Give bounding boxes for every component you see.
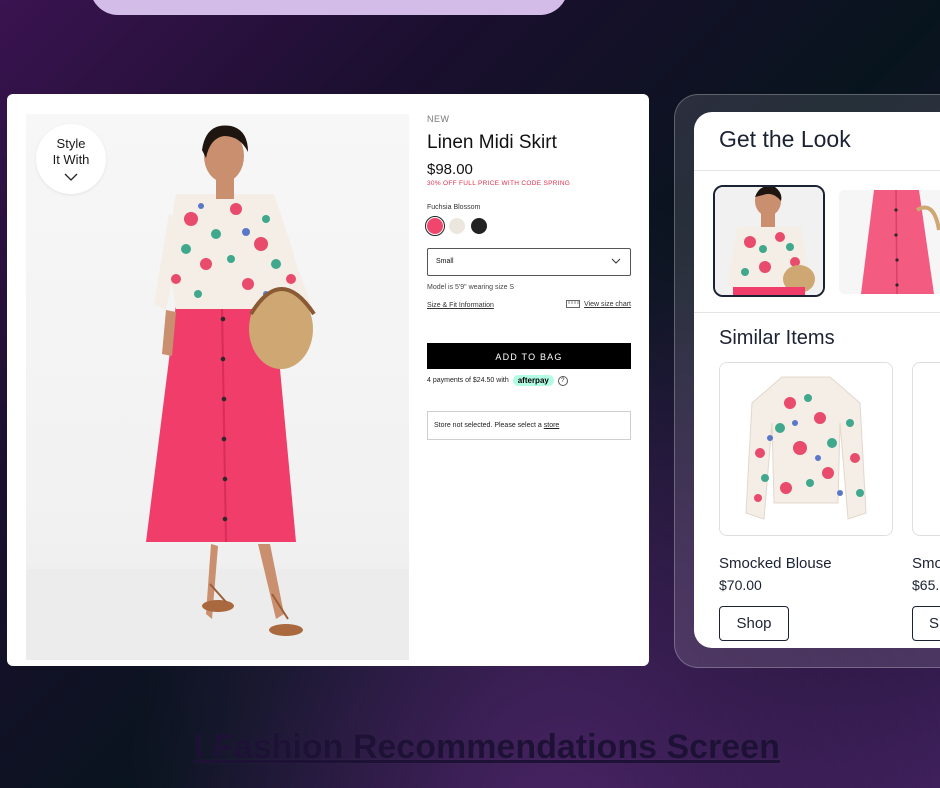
color-swatches <box>425 216 487 236</box>
model-illustration <box>26 125 409 660</box>
help-icon[interactable]: ? <box>557 375 568 386</box>
chevron-down-icon <box>611 258 621 264</box>
afterpay-logo: afterpay <box>512 375 554 386</box>
add-to-bag-button[interactable]: ADD TO BAG <box>427 343 631 369</box>
swatch-fuchsia[interactable] <box>425 216 445 236</box>
blouse-image <box>720 363 892 535</box>
similar-item-name: Smo <box>912 555 940 572</box>
size-dropdown[interactable]: Small <box>427 248 631 276</box>
top-banner-pill <box>90 0 568 15</box>
style-it-with-label: Style It With <box>52 136 90 167</box>
similar-item-price: $70.00 <box>719 577 762 593</box>
look-thumbnail-selected[interactable] <box>713 185 825 297</box>
store-selector: Store not selected. Please select a stor… <box>427 411 631 440</box>
page-caption: I Fashion Recommendations Screen <box>194 728 780 766</box>
product-detail-card: Style It With NEW Linen Midi Skirt $98.0… <box>7 94 649 666</box>
store-link[interactable]: store <box>544 422 560 429</box>
product-price: $98.00 <box>427 161 473 178</box>
swatch-cream[interactable] <box>449 218 465 234</box>
divider <box>694 312 940 313</box>
similar-item-price: $65. <box>912 577 940 593</box>
look-thumbnail-skirt[interactable] <box>839 190 940 294</box>
size-chart-label: View size chart <box>584 300 631 308</box>
size-chart-link[interactable]: View size chart <box>566 300 631 308</box>
similar-item-name: Smocked Blouse <box>719 555 832 572</box>
similar-item-card[interactable] <box>912 362 940 536</box>
promo-text: 30% OFF FULL PRICE WITH CODE SPRING <box>427 180 571 187</box>
size-fit-link[interactable]: Size & Fit Information <box>427 302 494 309</box>
new-tag: NEW <box>427 114 450 124</box>
color-label: Fuchsia Blossom <box>427 204 481 211</box>
product-photo <box>26 114 409 660</box>
store-text: Store not selected. Please select a <box>434 422 542 429</box>
get-the-look-title: Get the Look <box>719 126 851 152</box>
ruler-icon <box>566 300 580 308</box>
look-thumbnail-image <box>715 187 823 295</box>
similar-items-title: Similar Items <box>719 327 835 349</box>
shop-button[interactable]: Shop <box>719 606 789 641</box>
shop-button[interactable]: S <box>912 606 940 641</box>
divider <box>694 170 940 171</box>
skirt-thumbnail-image <box>839 190 940 294</box>
model-note: Model is 5'9" wearing size S <box>427 284 515 291</box>
swatch-black[interactable] <box>471 218 487 234</box>
get-the-look-panel: Get the Look Similar Items Smocked Blous… <box>694 112 940 648</box>
chevron-down-icon <box>64 173 78 181</box>
size-value: Small <box>436 258 454 265</box>
payments-row: 4 payments of $24.50 with afterpay ? <box>427 375 568 386</box>
product-title: Linen Midi Skirt <box>427 132 557 153</box>
similar-item-card[interactable] <box>719 362 893 536</box>
style-it-with-button[interactable]: Style It With <box>36 124 106 194</box>
payments-text: 4 payments of $24.50 with <box>427 377 509 384</box>
